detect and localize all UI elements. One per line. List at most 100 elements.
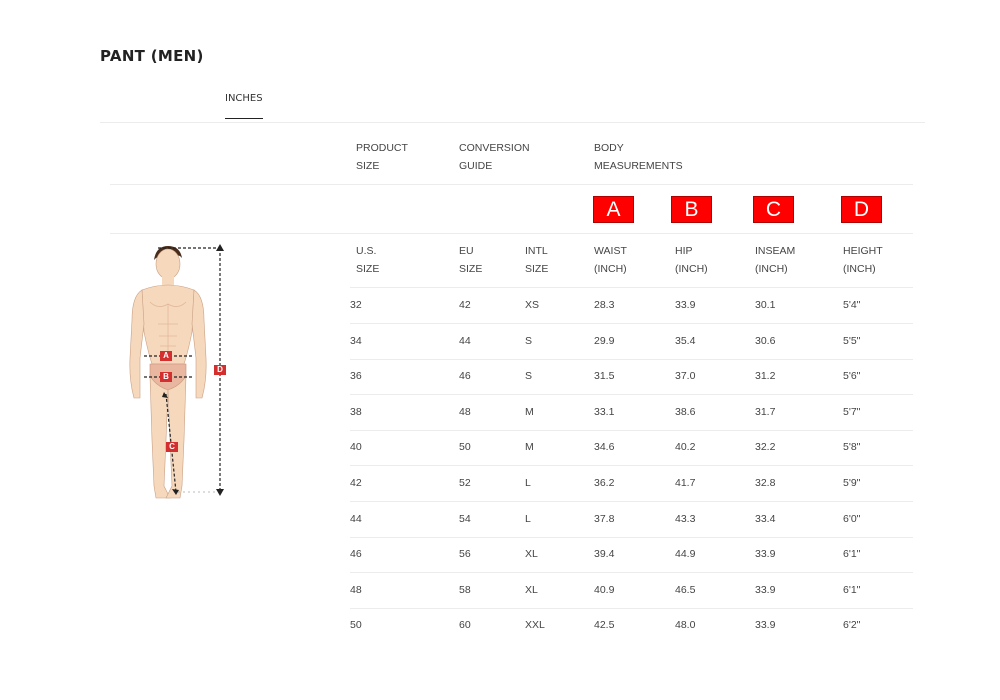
- figure-marker-d: D: [214, 365, 226, 375]
- cell-eu-size: 52: [459, 477, 471, 489]
- cell-inseam: 31.2: [755, 370, 776, 383]
- cell-us-size: 40: [350, 441, 362, 454]
- cell-us-size: 38: [350, 405, 362, 418]
- cell-eu-size: 44: [459, 334, 471, 347]
- row-divider: [350, 358, 913, 360]
- cell-inseam: 30.1: [755, 299, 776, 311]
- cell-height: 6'1": [843, 583, 861, 596]
- cell-eu-size: 50: [459, 441, 471, 454]
- cell-hip: 44.9: [675, 548, 696, 561]
- cell-hip: 37.0: [675, 370, 696, 383]
- cell-us-size: 36: [350, 370, 362, 383]
- cell-us-size: 32: [350, 299, 362, 311]
- cell-inseam: 33.9: [755, 583, 776, 596]
- cell-intl-size: XXL: [525, 619, 545, 632]
- tab-divider: [100, 122, 925, 123]
- column-header-eu-size: EU SIZE: [459, 245, 483, 275]
- cell-intl-size: M: [525, 405, 534, 418]
- cell-inseam: 33.9: [755, 619, 776, 632]
- cell-waist: 39.4: [594, 548, 615, 561]
- cell-hip: 41.7: [675, 477, 696, 489]
- cell-us-size: 42: [350, 477, 362, 489]
- key-divider: [110, 233, 913, 234]
- cell-waist: 36.2: [594, 477, 615, 489]
- cell-intl-size: M: [525, 441, 534, 454]
- cell-waist: 40.9: [594, 583, 615, 596]
- cell-height: 5'8": [843, 441, 861, 454]
- cell-inseam: 33.9: [755, 548, 776, 561]
- cell-eu-size: 58: [459, 583, 471, 596]
- cell-hip: 43.3: [675, 512, 696, 525]
- row-divider: [350, 465, 913, 467]
- cell-eu-size: 48: [459, 405, 471, 418]
- cell-us-size: 44: [350, 512, 362, 525]
- cell-intl-size: XL: [525, 583, 538, 596]
- row-divider: [350, 572, 913, 574]
- row-divider: [350, 536, 913, 538]
- row-divider: [350, 429, 913, 431]
- cell-us-size: 50: [350, 619, 362, 632]
- key-badge-d: D: [841, 196, 882, 223]
- page-title: PANT (MEN): [100, 47, 204, 65]
- cell-hip: 38.6: [675, 405, 696, 418]
- row-divider: [350, 323, 913, 324]
- cell-eu-size: 60: [459, 619, 471, 632]
- cell-waist: 28.3: [594, 299, 615, 311]
- cell-inseam: 32.8: [755, 477, 776, 489]
- header-product-size: PRODUCT SIZE: [356, 142, 408, 172]
- cell-eu-size: 56: [459, 548, 471, 561]
- key-badge-a: A: [593, 196, 634, 223]
- cell-intl-size: L: [525, 477, 531, 489]
- cell-intl-size: XL: [525, 548, 538, 561]
- cell-height: 5'4": [843, 299, 861, 311]
- key-badge-b: B: [671, 196, 712, 223]
- cell-us-size: 34: [350, 334, 362, 347]
- cell-inseam: 32.2: [755, 441, 776, 454]
- header-body-measurements: BODY MEASUREMENTS: [594, 142, 683, 172]
- cell-waist: 34.6: [594, 441, 615, 454]
- cell-hip: 40.2: [675, 441, 696, 454]
- header-divider: [110, 184, 913, 185]
- cell-eu-size: 42: [459, 299, 471, 311]
- tab-inches[interactable]: INCHES: [225, 93, 263, 119]
- column-header-divider: [350, 287, 913, 288]
- column-header-inseam: INSEAM (INCH): [755, 245, 796, 275]
- cell-hip: 46.5: [675, 583, 696, 596]
- cell-intl-size: L: [525, 512, 531, 525]
- cell-height: 5'9": [843, 477, 861, 489]
- column-header-height: HEIGHT (INCH): [843, 245, 883, 275]
- column-header-hip: HIP (INCH): [675, 245, 708, 275]
- cell-us-size: 48: [350, 583, 362, 596]
- cell-intl-size: S: [525, 370, 533, 383]
- cell-hip: 33.9: [675, 299, 696, 311]
- header-conversion-guide: CONVERSION GUIDE: [459, 142, 530, 172]
- cell-waist: 33.1: [594, 405, 615, 418]
- row-divider: [350, 501, 913, 502]
- key-badge-c: C: [753, 196, 794, 223]
- cell-hip: 35.4: [675, 334, 696, 347]
- cell-eu-size: 46: [459, 370, 471, 383]
- cell-intl-size: S: [525, 334, 533, 347]
- cell-height: 6'1": [843, 548, 861, 561]
- cell-inseam: 31.7: [755, 405, 776, 418]
- figure-marker-a: A: [160, 351, 172, 361]
- figure-marker-b: B: [160, 372, 172, 382]
- cell-waist: 29.9: [594, 334, 615, 347]
- cell-height: 5'5": [843, 334, 861, 347]
- column-header-waist: WAIST (INCH): [594, 245, 627, 275]
- body-measurement-figure: A B C D: [120, 240, 240, 505]
- cell-intl-size: XS: [525, 299, 540, 311]
- column-header-us-size: U.S. SIZE: [356, 245, 380, 275]
- row-divider: [350, 394, 913, 396]
- column-header-intl-size: INTL SIZE: [525, 245, 549, 275]
- cell-waist: 42.5: [594, 619, 615, 632]
- figure-marker-c: C: [166, 442, 178, 452]
- cell-height: 6'2": [843, 619, 861, 632]
- cell-us-size: 46: [350, 548, 362, 561]
- cell-eu-size: 54: [459, 512, 471, 525]
- cell-height: 6'0": [843, 512, 861, 525]
- cell-hip: 48.0: [675, 619, 696, 632]
- cell-height: 5'6": [843, 370, 861, 383]
- cell-inseam: 30.6: [755, 334, 776, 347]
- cell-waist: 31.5: [594, 370, 615, 383]
